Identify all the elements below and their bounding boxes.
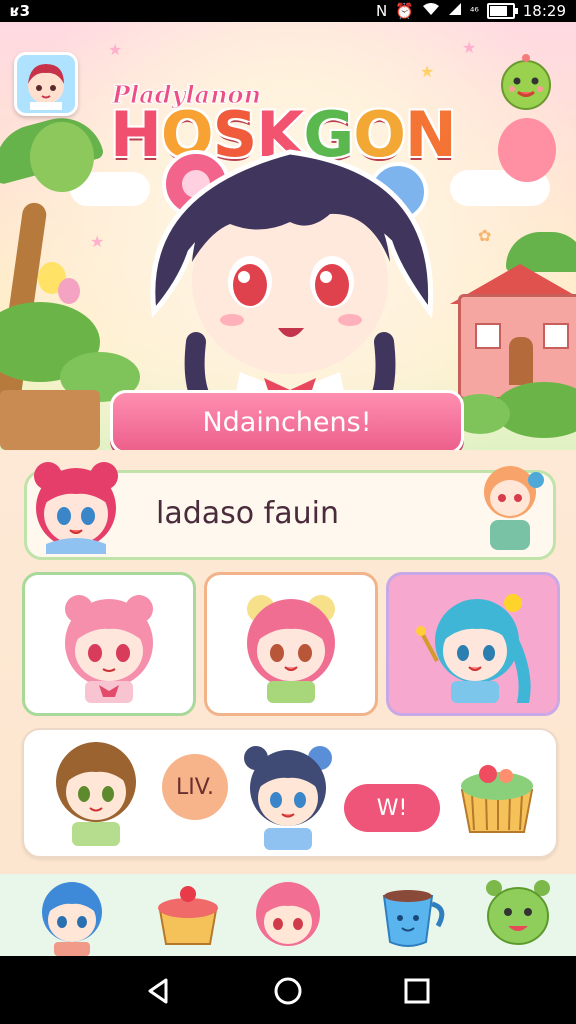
back-icon[interactable] [142, 974, 176, 1008]
system-navigation-bar [0, 956, 576, 1024]
cake-icon [460, 765, 534, 833]
balloon-decoration [58, 278, 80, 304]
cheer-button[interactable]: W! [344, 784, 440, 832]
dark-hair-girl-illustration [244, 746, 332, 850]
dock-cup-icon[interactable] [362, 874, 458, 956]
character-card-1[interactable] [22, 572, 196, 716]
player-name-text: ladaso fauin [156, 496, 339, 531]
status-icons: N ⏰ ⁴⁶ 18:29 [376, 2, 566, 20]
blue-hair-girl-illustration [416, 594, 531, 703]
welcome-button[interactable]: Ndainchens! [110, 390, 464, 450]
character-card-3[interactable] [386, 572, 560, 716]
signal-icon [448, 2, 462, 20]
signal-label: ⁴⁶ [469, 4, 479, 18]
bear-girl-green-illustration [247, 595, 335, 703]
recents-icon[interactable] [400, 974, 434, 1008]
dock-blue-girl-icon[interactable] [24, 874, 120, 956]
dock-cake-icon[interactable] [140, 874, 236, 956]
profile-avatar-button[interactable] [14, 52, 78, 116]
star-decoration: ★ [108, 40, 123, 59]
main-content: ladaso fauin LIV. W! [0, 450, 576, 874]
bottom-icon-bar [0, 874, 576, 956]
mascot-button[interactable] [496, 52, 556, 112]
wifi-icon [422, 2, 440, 20]
dock-green-mascot-icon[interactable] [470, 874, 566, 956]
level-badge: LIV. [162, 754, 228, 820]
friends-panel: LIV. W! [22, 728, 558, 858]
star-decoration: ★ [462, 38, 477, 57]
carrier-icon: ʁ3 [10, 2, 31, 20]
battery-icon [486, 3, 518, 19]
side-character-illustration [484, 466, 544, 550]
character-card-2[interactable] [204, 572, 378, 716]
dock-pink-girl-icon[interactable] [240, 874, 336, 956]
brown-hair-girl-illustration [56, 742, 136, 846]
nfc-icon: N [376, 2, 388, 20]
star-decoration: ★ [420, 62, 435, 81]
status-bar: ʁ3 N ⏰ ⁴⁶ 18:29 [0, 0, 576, 22]
green-mascot-icon [501, 54, 551, 110]
planter-decoration [0, 390, 100, 450]
bear-girl-pink-illustration [65, 595, 153, 703]
hero-banner: ★ ★ ★ ✿ ★ Pladylanon HOSKGON Ndainchens! [0, 22, 576, 450]
avatar-icon [28, 64, 64, 110]
alarm-icon: ⏰ [395, 2, 414, 20]
hero-character-illustration [150, 149, 434, 422]
clock: 18:29 [522, 2, 566, 20]
star-decoration: ★ [90, 232, 105, 251]
balloon-decoration [30, 122, 94, 192]
player-avatar[interactable] [26, 458, 126, 554]
balloon-decoration [498, 118, 556, 182]
home-icon[interactable] [271, 974, 305, 1008]
star-decoration: ✿ [478, 226, 492, 245]
